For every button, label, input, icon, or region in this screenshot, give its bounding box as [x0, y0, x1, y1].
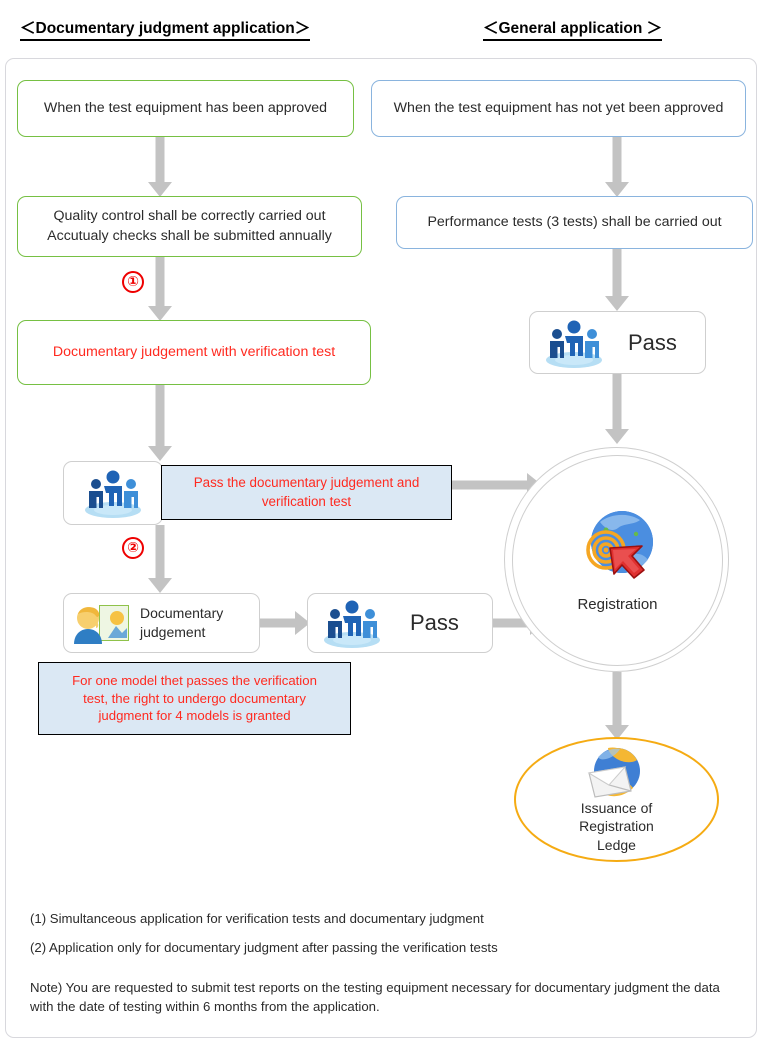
right-step2-label: Performance tests (3 tests) shall be car…: [427, 213, 722, 230]
left-step3-label: Documentary judgement with verification …: [52, 343, 336, 360]
right-step1-box: When the test equipment has not yet been…: [371, 80, 746, 137]
left-step2-line2: Accutualy checks shall be submitted annu…: [47, 227, 332, 244]
callout-line1: Pass the documentary judgement and: [193, 475, 420, 491]
left-pass-label: Pass: [410, 610, 459, 636]
documentary-judgement-box: Documentary judgement: [63, 593, 260, 653]
people-group-icon: [324, 600, 380, 648]
issuance-label: Issuance of Registration Ledge: [579, 799, 654, 854]
note-2: (2) Application only for documentary jud…: [30, 940, 498, 955]
left-pass-box: Pass: [307, 593, 493, 653]
right-step2-box: Performance tests (3 tests) shall be car…: [396, 196, 753, 249]
note-1: (1) Simultanceous application for verifi…: [30, 911, 484, 926]
pass-documentary-callout: Pass the documentary judgement and verif…: [161, 465, 452, 520]
issuance-line2: Registration: [579, 818, 654, 835]
arrow-right-step2-to-pass: [605, 249, 629, 311]
issuance-line3: Ledge: [597, 836, 636, 853]
doc-judgement-line2: judgement: [140, 624, 206, 640]
registration-inner-circle: Registration: [512, 455, 723, 666]
header-right-title: ＜General application ＞: [483, 16, 663, 41]
left-step1-label: When the test equipment has been approve…: [43, 99, 328, 116]
marker-circle-1: ①: [122, 271, 144, 293]
arrow-pass-to-doc-judgement: [148, 525, 172, 593]
issuance-line1: Issuance of: [580, 800, 653, 817]
issuance-node: Issuance of Registration Ledge: [514, 737, 719, 862]
arrow-left-step1-to-step2: [148, 137, 172, 197]
four-models-line1: For one model thet passes the verificati…: [72, 672, 317, 688]
header-left-title: ＜Documentary judgment application＞: [20, 16, 311, 41]
right-pass-label: Pass: [628, 329, 677, 355]
arrow-registration-to-issuance: [605, 672, 629, 740]
four-models-note-text: For one model thet passes the verificati…: [72, 672, 317, 725]
doc-judgement-line1: Documentary: [140, 605, 224, 622]
pass-documentary-callout-text: Pass the documentary judgement and verif…: [194, 474, 420, 510]
arrow-right-pass-to-registration: [605, 374, 629, 444]
registration-label: Registration: [577, 596, 658, 613]
people-group-icon: [546, 320, 602, 368]
people-group-icon: [85, 470, 141, 518]
arrow-left-step2-to-step3: [148, 257, 172, 321]
callout-line2: verification test: [261, 493, 352, 509]
right-step1-label: When the test equipment has not yet been…: [393, 99, 724, 116]
globe-cursor-icon: [585, 511, 653, 579]
note-3: Note) You are requested to submit test r…: [30, 978, 720, 1016]
left-step1-box: When the test equipment has been approve…: [17, 80, 354, 137]
marker-circle-2: ②: [122, 537, 144, 559]
right-pass-box: Pass: [529, 311, 706, 374]
left-pass-people-box: [63, 461, 163, 525]
four-models-line2: test, the right to undergo documentary: [83, 690, 306, 706]
left-step2-box: Quality control shall be correctly carri…: [17, 196, 362, 257]
document-review-icon: [74, 605, 129, 644]
documentary-judgement-label: Documentary judgement: [134, 604, 223, 642]
note-3-line1: Note) You are requested to submit test r…: [30, 980, 611, 995]
left-step2-label: Quality control shall be correctly carri…: [47, 207, 332, 245]
left-step2-line1: Quality control shall be correctly carri…: [53, 208, 326, 225]
arrow-doc-judgement-to-pass: [260, 611, 310, 635]
registration-node: Registration: [504, 447, 729, 672]
left-step3-box: Documentary judgement with verification …: [17, 320, 371, 385]
arrow-right-step1-to-step2: [605, 137, 629, 197]
envelope-globe-icon: [587, 747, 640, 798]
four-models-line3: judgment for 4 models is granted: [98, 708, 291, 724]
four-models-note: For one model thet passes the verificati…: [38, 662, 351, 735]
arrow-left-step3-to-pass: [148, 385, 172, 461]
